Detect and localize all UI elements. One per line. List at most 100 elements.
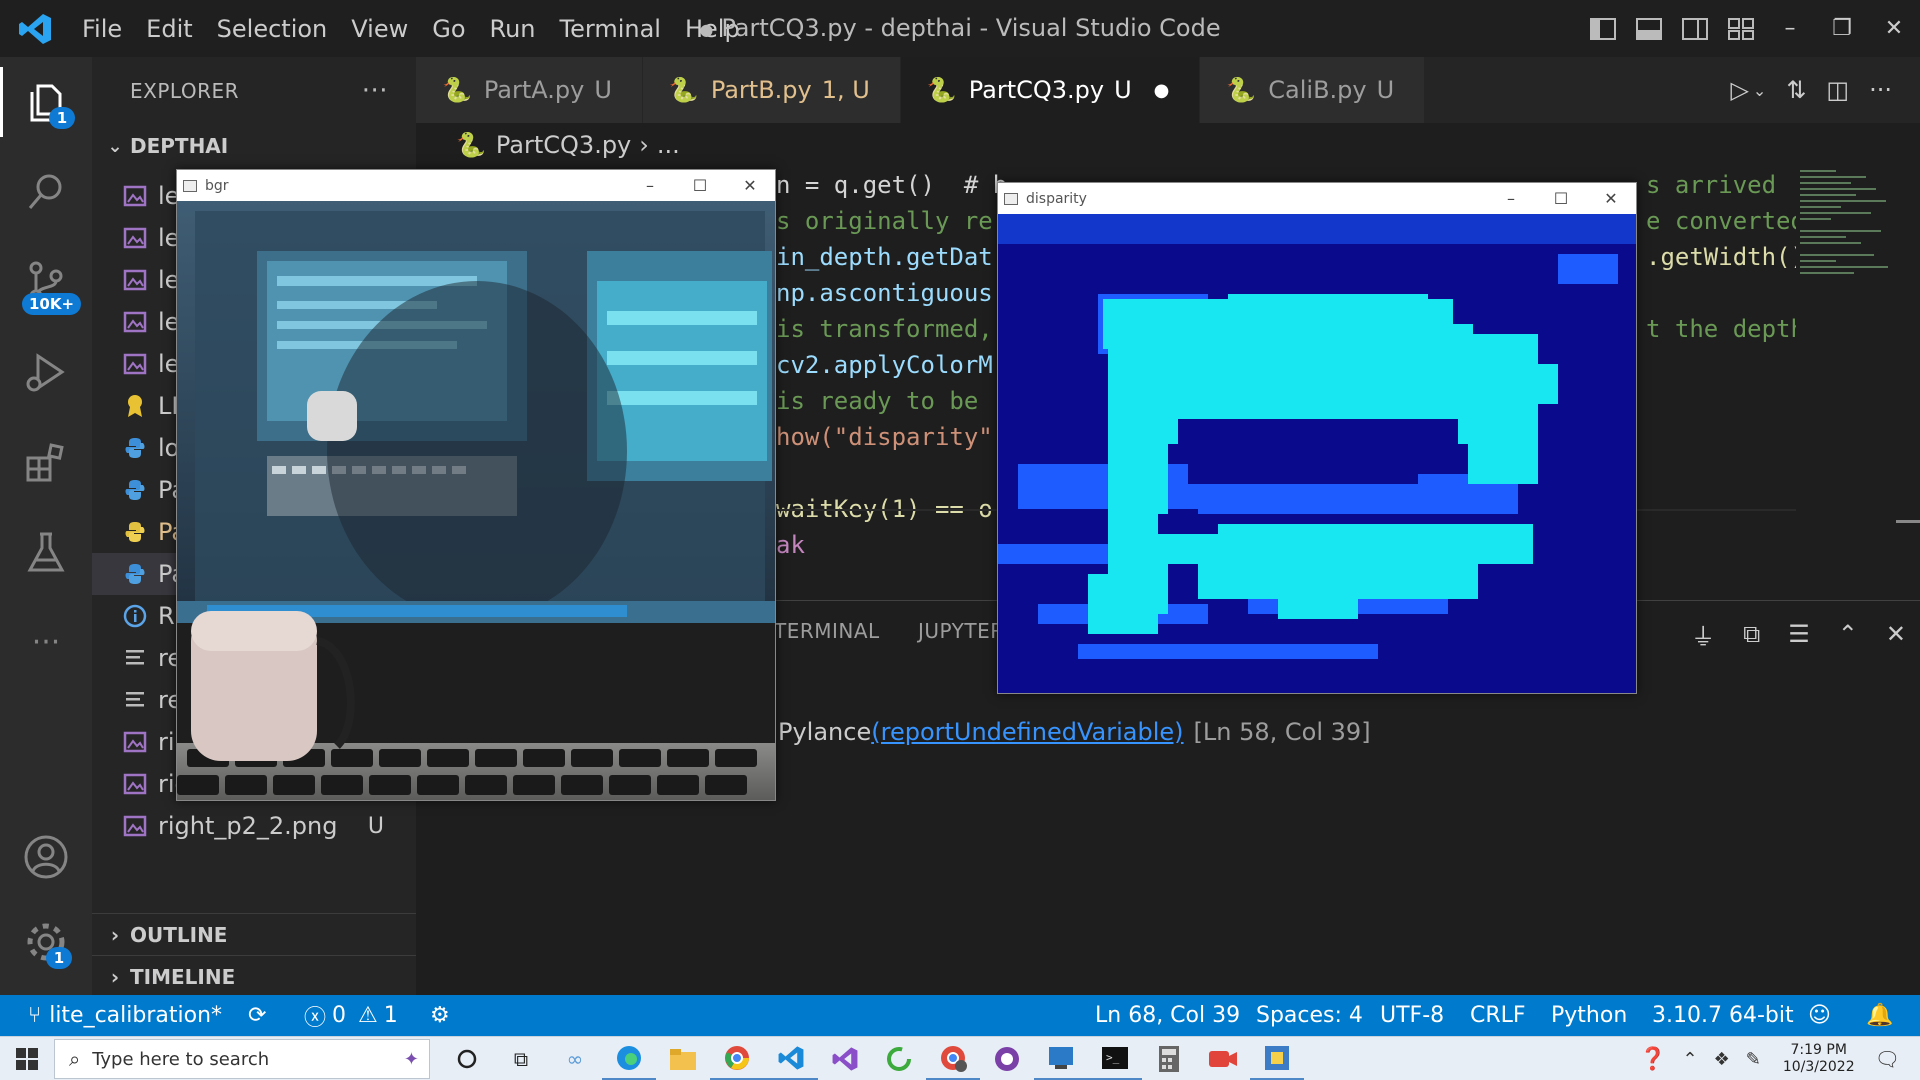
extensions-icon[interactable] <box>0 427 92 497</box>
pen-icon[interactable]: ✎ <box>1746 1049 1761 1070</box>
more-actions-icon[interactable]: ··· <box>1869 76 1892 104</box>
calculator-icon[interactable] <box>1142 1037 1196 1080</box>
chevron-up-icon[interactable]: ⌃ <box>1838 620 1858 648</box>
minimize-button[interactable]: – <box>1764 0 1816 57</box>
restore-button[interactable]: ❐ <box>1816 0 1868 57</box>
info-file-icon <box>120 604 150 628</box>
python-interpreter[interactable]: 3.10.7 64-bit <box>1652 995 1794 1036</box>
more-views-icon[interactable]: ··· <box>0 607 92 677</box>
disparity-minimize-button[interactable]: – <box>1486 183 1536 214</box>
cursor-position[interactable]: Ln 68, Col 39 <box>1095 995 1240 1036</box>
menu-go[interactable]: Go <box>420 15 477 43</box>
github-desktop-icon[interactable] <box>980 1037 1034 1080</box>
bgr-close-button[interactable]: ✕ <box>725 170 775 201</box>
source-control-icon[interactable]: 10K+ <box>0 247 92 317</box>
chevron-down-icon[interactable]: ⌄ <box>1753 81 1766 100</box>
bgr-titlebar[interactable]: bgr – ☐ ✕ <box>177 170 775 201</box>
widgets-icon[interactable]: ∞ <box>548 1037 602 1080</box>
tab-parta[interactable]: 🐍 PartA.py U <box>416 57 643 123</box>
menu-edit[interactable]: Edit <box>134 15 204 43</box>
chrome-profile-icon[interactable] <box>926 1037 980 1080</box>
line-endings[interactable]: CRLF <box>1470 995 1526 1036</box>
tab-partb[interactable]: 🐍 PartB.py 1, U <box>642 57 901 123</box>
settings-gear-icon[interactable]: 1 <box>0 907 92 977</box>
notifications-bell-icon[interactable]: 🔔 <box>1866 995 1893 1036</box>
problem-code-link[interactable]: (reportUndefinedVariable) <box>871 718 1183 746</box>
toggle-secondary-sidebar-icon[interactable] <box>1676 14 1714 44</box>
panel-tab-terminal[interactable]: TERMINAL <box>774 619 880 643</box>
bgr-maximize-button[interactable]: ☐ <box>675 170 725 201</box>
refresh-app-icon[interactable] <box>872 1037 926 1080</box>
branch-indicator[interactable]: ⑂ lite_calibration* <box>28 995 222 1036</box>
explorer-more-icon[interactable]: ··· <box>362 76 388 106</box>
testing-flask-icon[interactable] <box>0 517 92 587</box>
problem-entry[interactable]: Pylance(reportUndefinedVariable) [Ln 58, … <box>778 718 1371 746</box>
tab-calib[interactable]: 🐍 CaliB.py U <box>1200 57 1426 123</box>
camera-icon[interactable] <box>1196 1037 1250 1080</box>
menu-file[interactable]: File <box>70 15 134 43</box>
chevron-up-icon[interactable]: ⌃ <box>1682 1049 1697 1070</box>
encoding[interactable]: UTF-8 <box>1380 995 1444 1036</box>
run-python-icon[interactable]: ▷ <box>1730 76 1748 104</box>
python-app-icon[interactable] <box>1250 1037 1304 1080</box>
file-status: U <box>367 813 384 839</box>
breadcrumb-rest[interactable]: ... <box>657 131 680 159</box>
chrome-icon[interactable] <box>710 1037 764 1080</box>
folder-depthai[interactable]: ⌄ DEPTHAI <box>92 125 416 167</box>
dropbox-icon[interactable]: ❖ <box>1714 1049 1730 1070</box>
toggle-primary-sidebar-icon[interactable] <box>1584 14 1622 44</box>
menu-terminal[interactable]: Terminal <box>548 15 673 43</box>
menu-help[interactable]: Help <box>673 15 752 43</box>
vscode-taskbar-icon[interactable] <box>764 1037 818 1080</box>
remote-desktop-icon[interactable] <box>1034 1037 1088 1080</box>
disparity-window[interactable]: disparity – ☐ ✕ <box>997 182 1637 694</box>
menu-selection[interactable]: Selection <box>205 15 340 43</box>
editor-scroll-indicator[interactable] <box>1896 520 1920 523</box>
edge-icon[interactable] <box>602 1037 656 1080</box>
help-icon[interactable]: ❓ <box>1639 1047 1666 1072</box>
clock[interactable]: 7:19 PM 10/3/2022 <box>1783 1042 1855 1076</box>
close-panel-icon[interactable]: ✕ <box>1886 620 1906 648</box>
bgr-minimize-button[interactable]: – <box>625 170 675 201</box>
file-item[interactable]: right_p2_2.png U <box>92 805 416 847</box>
disparity-close-button[interactable]: ✕ <box>1586 183 1636 214</box>
compare-changes-icon[interactable]: ⇅ <box>1786 76 1806 104</box>
sync-icon[interactable]: ⟳ <box>248 995 266 1036</box>
list-icon[interactable]: ☰ <box>1788 620 1810 648</box>
menu-view[interactable]: View <box>339 15 420 43</box>
visual-studio-icon[interactable] <box>818 1037 872 1080</box>
bgr-window[interactable]: bgr – ☐ ✕ <box>176 169 776 801</box>
account-icon[interactable] <box>0 822 92 892</box>
breadcrumb-file[interactable]: PartCQ3.py <box>496 131 631 159</box>
tab-partcq3[interactable]: 🐍 PartCQ3.py U ● <box>900 57 1201 123</box>
cortana-icon[interactable] <box>440 1037 494 1080</box>
customize-layout-icon[interactable] <box>1722 14 1760 44</box>
panel-tab-jupyter[interactable]: JUPYTER <box>918 619 1005 643</box>
timeline-section[interactable]: › TIMELINE <box>92 955 416 997</box>
explorer-icon[interactable]: 1 <box>0 67 92 137</box>
close-window-button[interactable]: ✕ <box>1868 0 1920 57</box>
problems-indicator[interactable]: ⓧ 0 ⚠ 1 <box>304 995 398 1036</box>
task-view-icon[interactable]: ⧉ <box>494 1037 548 1080</box>
split-editor-icon[interactable]: ◫ <box>1826 76 1849 104</box>
disparity-titlebar[interactable]: disparity – ☐ ✕ <box>998 183 1636 214</box>
taskbar-search-box[interactable]: ⌕ Type here to search ✦ <box>54 1039 430 1079</box>
unsaved-dot-icon[interactable]: ● <box>1154 80 1170 101</box>
file-explorer-icon[interactable] <box>656 1037 710 1080</box>
filter-icon[interactable]: ⏚ <box>1691 617 1715 652</box>
search-icon[interactable] <box>0 157 92 227</box>
copy-icon[interactable]: ⧉ <box>1743 620 1760 648</box>
debug-icon[interactable]: ⚙ <box>430 995 450 1036</box>
terminal-icon[interactable]: >_ <box>1088 1037 1142 1080</box>
toggle-panel-icon[interactable] <box>1630 14 1668 44</box>
disparity-maximize-button[interactable]: ☐ <box>1536 183 1586 214</box>
minimap[interactable] <box>1796 167 1896 597</box>
feedback-icon[interactable]: ☺ <box>1808 995 1831 1036</box>
outline-section[interactable]: › OUTLINE <box>92 913 416 955</box>
menu-run[interactable]: Run <box>478 15 548 43</box>
action-center-icon[interactable]: 🗨 <box>1875 1047 1900 1071</box>
language-mode[interactable]: Python <box>1551 995 1627 1036</box>
run-debug-icon[interactable] <box>0 337 92 407</box>
windows-start-icon[interactable] <box>0 1037 54 1080</box>
indentation[interactable]: Spaces: 4 <box>1256 995 1363 1036</box>
